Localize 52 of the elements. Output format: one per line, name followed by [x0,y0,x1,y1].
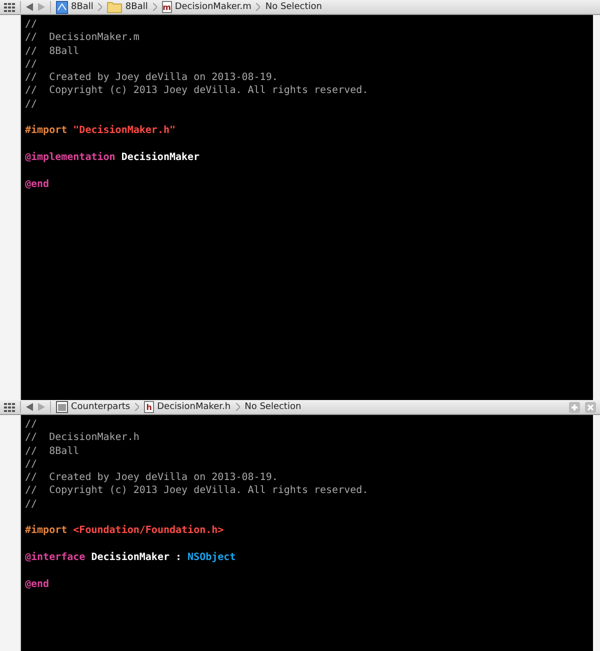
code-token: // DecisionMaker.m [25,31,140,45]
code-token: // Created by Joey deVilla on 2013-08-19. [25,471,278,484]
code-token: @end [25,578,50,591]
code-editor[interactable] [21,415,593,651]
code-token: #import [25,124,68,138]
chevron-icon [256,3,260,11]
file-icon: h [144,401,154,413]
file-icon: m [162,1,172,13]
code-token: @end [25,178,50,191]
forward-icon[interactable] [38,3,45,11]
chevron-icon [98,3,102,11]
code-token: // 8Ball [25,444,80,458]
breadcrumb[interactable]: h DecisionMaker.h [144,401,231,413]
code-token: // [25,58,38,72]
code-token: // [25,498,38,512]
code-token: <Foundation/Foundation.h> [73,524,224,538]
grid-icon[interactable] [4,402,15,412]
breadcrumb[interactable]: 8Ball [56,0,94,14]
code-token: // [25,418,38,432]
code-token: "DecisionMaker.h" [73,124,176,138]
code-token: // Created by Joey deVilla on 2013-08-19. [25,71,278,84]
code-token: @implementation [25,150,116,164]
code-token: NSObject [188,550,236,564]
close-icon[interactable] [585,402,596,412]
grid-icon[interactable] [4,2,15,12]
breadcrumb[interactable]: m DecisionMaker.m [162,1,252,13]
back-icon[interactable] [26,403,33,411]
folder-icon [107,1,122,13]
code-token: : [176,550,182,564]
code-token: #import [25,524,68,538]
code-token: // Copyright (c) 2013 Joey deVilla. All rights reserved. [25,84,368,98]
code-token: @interface [25,550,86,564]
breadcrumb[interactable]: 8Ball [107,1,148,13]
chevron-icon [236,403,240,411]
code-token: // 8Ball [25,44,80,58]
project-icon [56,0,68,14]
back-icon[interactable] [26,3,33,11]
code-token: // [25,18,38,32]
code-token: DecisionMaker [91,550,170,564]
chevron-icon [152,3,157,11]
breadcrumb[interactable]: No Selection [265,2,322,12]
code-token: // [25,98,38,112]
code-token: // DecisionMaker.h [25,431,140,445]
chevron-icon [135,403,140,411]
code-token: DecisionMaker [121,150,200,164]
breadcrumb[interactable]: No Selection [244,402,302,412]
forward-icon[interactable] [38,403,45,411]
breadcrumb[interactable]: Counterparts [56,401,130,413]
add-icon[interactable] [569,402,580,412]
code-editor[interactable]: // // DecisionMaker.m // 8Ball // // Created by Joey deVilla on 2013-08-19. // Copyright (c) 2013 Joey deVilla. All rights reserved. // #import "DecisionMaker.h" @implementation DecisionMaker @end [21,15,593,400]
code-token: // Copyright (c) 2013 Joey deVilla. All rights reserved. [25,484,368,498]
code-token: // [25,458,38,472]
